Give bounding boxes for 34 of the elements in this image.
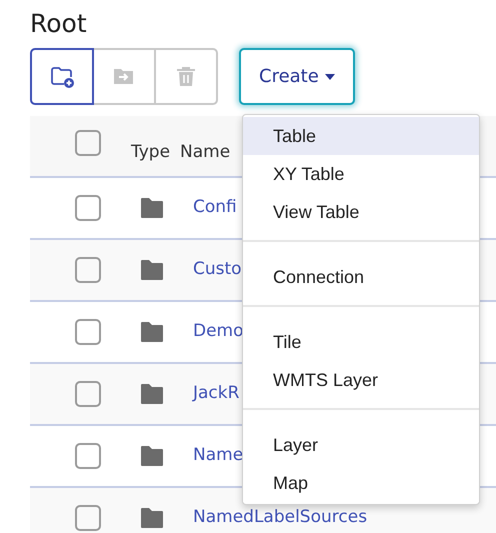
folder-plus-icon [50, 64, 74, 88]
menu-item[interactable]: Connection [243, 258, 479, 296]
menu-item[interactable]: WMTS Layer [243, 361, 479, 399]
checkbox[interactable] [75, 319, 101, 345]
checkbox[interactable] [75, 505, 101, 531]
folder-icon [141, 260, 163, 280]
checkbox[interactable] [75, 257, 101, 283]
folder-icon [141, 446, 163, 466]
folder-icon [141, 508, 163, 528]
trash-icon [174, 64, 198, 88]
folder-link[interactable]: Demo [193, 319, 244, 345]
menu-item[interactable]: View Table [243, 193, 479, 231]
column-header: Type [131, 141, 170, 164]
menu-item[interactable]: Tile [243, 323, 479, 361]
checkbox[interactable] [75, 195, 101, 221]
create-button[interactable]: Create [239, 48, 355, 105]
menu-item[interactable]: Table [243, 117, 479, 155]
caret-icon [324, 74, 335, 80]
folder-icon [141, 384, 163, 404]
folder-link[interactable]: Name [193, 443, 244, 469]
checkbox[interactable] [75, 443, 101, 469]
folder-icon [141, 198, 163, 218]
checkbox[interactable] [75, 381, 101, 407]
folder-icon [141, 322, 163, 342]
menu-item[interactable]: Layer [243, 426, 479, 464]
folder-link[interactable]: Custo [193, 257, 242, 283]
column-header: Name [180, 141, 230, 164]
menu-item[interactable]: XY Table [243, 155, 479, 193]
new-folder-button[interactable] [30, 48, 94, 105]
menu-item[interactable]: Map [243, 464, 479, 502]
folder-link[interactable]: JackR [193, 381, 240, 407]
page-title: Root [30, 8, 88, 40]
folder-link[interactable]: Confi [193, 195, 237, 221]
checkbox[interactable] [75, 130, 101, 156]
